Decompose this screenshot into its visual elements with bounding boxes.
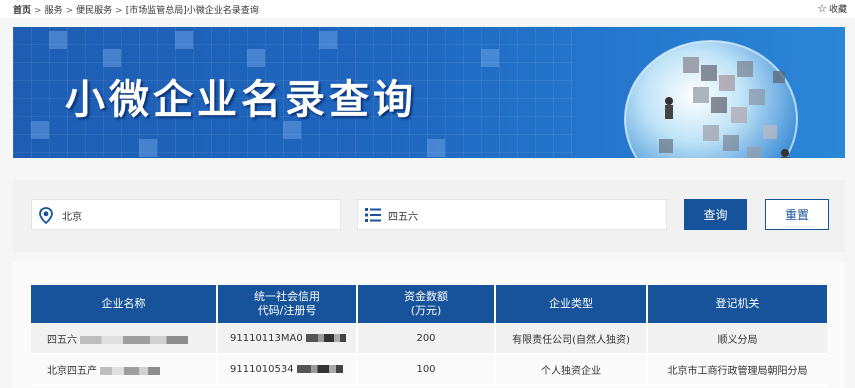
redacted-text [305, 333, 346, 342]
cell-credit-code: 91110113MA0 [217, 323, 358, 355]
redacted-text [80, 335, 188, 344]
search-panel: 北京 四五六 查询 重置 [13, 180, 845, 252]
list-icon [365, 208, 381, 222]
region-select[interactable]: 北京 [31, 199, 341, 230]
query-button[interactable]: 查询 [684, 199, 747, 230]
cell-company-type: 个人独资企业 [495, 354, 648, 386]
breadcrumb-home[interactable]: 首页 [13, 6, 31, 16]
globe-illustration [624, 40, 798, 158]
top-bar: 首页 > 服务 > 便民服务 > [市场监管总局]小微企业名录查询 ☆ 收藏 [0, 0, 855, 18]
banner-title: 小微企业名录查询 [65, 77, 417, 123]
keyword-value: 四五六 [388, 212, 418, 223]
location-pin-icon [39, 207, 53, 224]
breadcrumb-separator: > [34, 6, 42, 16]
page-banner: 小微企业名录查询 [13, 27, 845, 158]
cell-credit-code: 9111010534 [217, 354, 358, 386]
cell-capital: 100 [357, 354, 496, 386]
favorite-button[interactable]: ☆ 收藏 [817, 2, 847, 15]
redacted-text [296, 365, 343, 373]
breadcrumb: 首页 > 服务 > 便民服务 > [市场监管总局]小微企业名录查询 [13, 3, 259, 16]
breadcrumb-separator: > [115, 6, 123, 16]
reset-button[interactable]: 重置 [765, 199, 829, 230]
cell-company-name[interactable]: 北京四五产 [31, 354, 218, 386]
breadcrumb-current: [市场监管总局]小微企业名录查询 [125, 6, 259, 16]
keyword-input[interactable]: 四五六 [357, 199, 667, 230]
results-table: 企业名称 统一社会信用 代码/注册号 资金数额 (万元) 企业类型 登记机关 四五六… [31, 285, 827, 386]
breadcrumb-services[interactable]: 服务 [45, 6, 63, 16]
cell-authority: 北京市工商行政管理局朝阳分局 [647, 354, 827, 386]
header-company-name: 企业名称 [31, 285, 218, 323]
header-company-type: 企业类型 [495, 285, 648, 323]
favorite-label: 收藏 [828, 5, 847, 15]
breadcrumb-convenience[interactable]: 便民服务 [76, 6, 112, 16]
breadcrumb-separator: > [65, 6, 74, 16]
cell-capital: 200 [357, 323, 496, 355]
cell-company-name[interactable]: 四五六 [31, 323, 218, 355]
table-row[interactable]: 四五六 91110113MA0 200 有限责任公司(自然人独资) 顺义分局 [31, 323, 827, 355]
region-value: 北京 [62, 212, 82, 223]
cell-company-type: 有限责任公司(自然人独资) [495, 323, 648, 355]
header-capital: 资金数额 (万元) [357, 285, 496, 323]
results-section: 企业名称 统一社会信用 代码/注册号 资金数额 (万元) 企业类型 登记机关 四五六… [13, 262, 845, 388]
header-credit-code: 统一社会信用 代码/注册号 [217, 285, 358, 323]
cell-authority: 顺义分局 [647, 323, 827, 355]
table-header-row: 企业名称 统一社会信用 代码/注册号 资金数额 (万元) 企业类型 登记机关 [31, 285, 827, 323]
table-row[interactable]: 北京四五产 9111010534 100 个人独资企业 北京市工商行政管理局朝阳… [31, 354, 827, 386]
redacted-text [100, 367, 160, 375]
star-outline-icon: ☆ [817, 2, 827, 15]
header-authority: 登记机关 [647, 285, 827, 323]
